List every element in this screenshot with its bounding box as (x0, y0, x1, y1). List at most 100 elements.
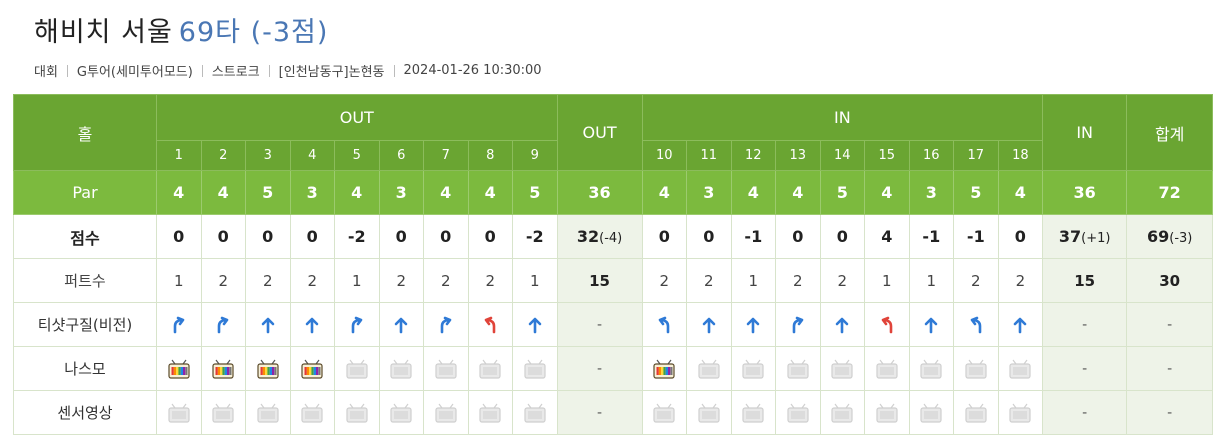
video-tv-disabled-icon (787, 359, 809, 379)
video-tv-icon[interactable] (212, 359, 234, 379)
hole-number: 13 (775, 140, 821, 171)
video-tv-disabled-icon (920, 403, 942, 423)
meta-divider (393, 64, 395, 77)
meta-location: [인천남동구]논현동 (278, 65, 385, 80)
score-cell: 0 (289, 214, 335, 259)
video-tv-disabled-icon (479, 403, 501, 423)
par-cell: 5 (819, 170, 866, 215)
sensor-cell (423, 390, 469, 435)
tee-cell (997, 302, 1044, 347)
hole-number: 11 (686, 140, 732, 171)
total-strokes: 69 (1146, 227, 1170, 246)
putts-cell: 1 (730, 258, 777, 303)
tee-cell (775, 302, 821, 347)
nasmo-cell[interactable] (245, 346, 291, 391)
straight-blue-icon (925, 317, 938, 333)
video-tv-disabled-icon (653, 403, 675, 423)
par-cell: 5 (512, 170, 558, 215)
left-up-red-icon (484, 316, 496, 333)
par-cell: 4 (864, 170, 910, 215)
putts-cell: 2 (775, 258, 821, 303)
hole-number: 1 (156, 140, 202, 171)
video-tv-icon[interactable] (168, 359, 190, 379)
par-grand-total: 72 (1126, 170, 1214, 215)
sensor-cell (289, 390, 335, 435)
left-up-blue-icon (970, 316, 982, 333)
score-row: 점수 0 0 0 0 -2 0 0 0 -2 32(-4) 0 0 -1 0 0 4 -1 -1 0 37(+1) 69(… (13, 214, 1214, 259)
nasmo-grand-total: - (1126, 346, 1214, 391)
par-cell: 4 (200, 170, 246, 215)
hole-number: 2 (200, 140, 246, 171)
right-up-blue-icon (217, 316, 229, 333)
score-cell: -1 (908, 214, 955, 259)
putts-row-label: 퍼트수 (13, 258, 157, 303)
video-tv-icon[interactable] (257, 359, 279, 379)
video-tv-icon[interactable] (653, 359, 675, 379)
par-row: Par 4 4 5 3 4 3 4 4 5 36 4 3 4 4 5 4 3 5 4 36 72 (13, 170, 1214, 215)
sensor-cell (641, 390, 688, 435)
meta-format: 스트로크 (211, 65, 260, 80)
tee-cell (200, 302, 246, 347)
tee-out-total: - (556, 302, 643, 347)
straight-blue-icon (1014, 317, 1027, 333)
score-cell: 0 (156, 214, 202, 259)
video-tv-disabled-icon (346, 359, 368, 379)
nasmo-cell (775, 346, 821, 391)
nasmo-cell[interactable] (641, 346, 688, 391)
par-cell: 4 (997, 170, 1044, 215)
straight-blue-icon (528, 317, 542, 333)
sensor-cell (334, 390, 380, 435)
putts-cell: 2 (819, 258, 866, 303)
meta-divider (66, 64, 68, 77)
tee-cell (334, 302, 380, 347)
nasmo-cell[interactable] (200, 346, 246, 391)
putts-cell: 2 (245, 258, 291, 303)
nasmo-cell (512, 346, 558, 391)
nasmo-cell[interactable] (289, 346, 335, 391)
video-tv-disabled-icon (301, 403, 323, 423)
putts-cell: 2 (289, 258, 335, 303)
video-tv-icon[interactable] (301, 359, 323, 379)
par-out-total: 36 (556, 170, 643, 215)
straight-blue-icon (305, 317, 319, 333)
nasmo-cell (686, 346, 732, 391)
par-cell: 5 (953, 170, 999, 215)
putts-cell: 1 (864, 258, 910, 303)
par-cell: 4 (423, 170, 469, 215)
nasmo-row-label: 나스모 (13, 346, 157, 391)
video-tv-disabled-icon (524, 359, 546, 379)
par-cell: 4 (156, 170, 202, 215)
putts-cell: 2 (686, 258, 732, 303)
nasmo-cell (467, 346, 513, 391)
video-tv-disabled-icon (831, 359, 853, 379)
nasmo-cell (730, 346, 777, 391)
page-title: 해비치 서울 69타 (-3점) (34, 10, 328, 49)
out-header: OUT (156, 94, 558, 141)
video-tv-disabled-icon (742, 403, 764, 423)
sensor-cell (997, 390, 1044, 435)
nasmo-cell (908, 346, 955, 391)
score-cell: -2 (334, 214, 380, 259)
nasmo-row: 나스모 - - - (13, 346, 1214, 391)
hole-number: 12 (730, 140, 777, 171)
tee-cell (512, 302, 558, 347)
meta-divider (268, 64, 270, 77)
meta-divider (201, 64, 203, 77)
sensor-cell (908, 390, 955, 435)
putts-cell: 2 (200, 258, 246, 303)
par-cell: 3 (686, 170, 732, 215)
putts-cell: 2 (378, 258, 424, 303)
total-strokes: 32 (576, 227, 600, 246)
video-tv-disabled-icon (787, 403, 809, 423)
sensor-cell (686, 390, 732, 435)
video-tv-disabled-icon (390, 359, 412, 379)
video-tv-disabled-icon (1009, 359, 1031, 379)
venue-name: 해비치 서울 (34, 17, 173, 48)
video-tv-disabled-icon (831, 403, 853, 423)
tee-row: 티샷구질(비전) - - - (13, 302, 1214, 347)
score-cell: 0 (775, 214, 821, 259)
nasmo-cell[interactable] (156, 346, 202, 391)
par-cell: 3 (908, 170, 955, 215)
tee-cell (908, 302, 955, 347)
scorecard-table: 홀 OUT OUT IN IN 합계 1 2 3 4 5 6 7 8 9 10 11 12 13 14 15… (13, 94, 1214, 435)
